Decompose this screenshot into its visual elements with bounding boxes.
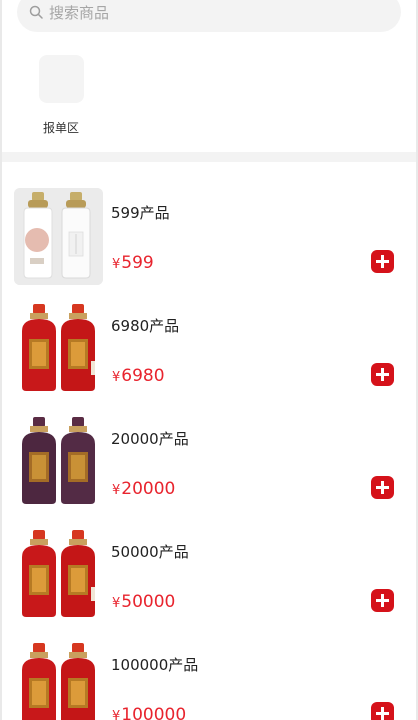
product-name: 20000产品 bbox=[111, 430, 189, 448]
product-card[interactable]: 100000产品 ¥100000 bbox=[0, 614, 418, 720]
product-card[interactable]: 20000产品 ¥20000 bbox=[0, 388, 418, 511]
product-card[interactable]: 599产品 ¥599 bbox=[0, 162, 418, 285]
price-value: 599 bbox=[121, 253, 154, 273]
add-to-cart-button[interactable] bbox=[371, 476, 394, 499]
purple-bottles-icon bbox=[14, 414, 103, 511]
red-bottles-icon bbox=[14, 640, 103, 720]
product-price: ¥6980 bbox=[112, 366, 165, 388]
app-screen: 报单区 599产品 bbox=[0, 0, 418, 720]
search-bar[interactable] bbox=[17, 0, 401, 32]
clear-bottles-icon bbox=[14, 188, 103, 285]
price-value: 50000 bbox=[121, 592, 176, 612]
add-to-cart-button[interactable] bbox=[371, 250, 394, 273]
red-bottles-icon bbox=[14, 527, 103, 624]
search-icon bbox=[29, 5, 43, 19]
product-name: 6980产品 bbox=[111, 317, 180, 335]
search-input[interactable] bbox=[49, 3, 369, 23]
product-price: ¥599 bbox=[112, 253, 154, 275]
product-list: 599产品 ¥599 6980产品 ¥6980 20000产品 ¥20000 5… bbox=[0, 162, 418, 720]
red-bottles-icon bbox=[14, 301, 103, 398]
add-to-cart-button[interactable] bbox=[371, 363, 394, 386]
product-card[interactable]: 50000产品 ¥50000 bbox=[0, 501, 418, 624]
product-image bbox=[14, 527, 103, 624]
currency-symbol: ¥ bbox=[112, 257, 121, 272]
product-name: 599产品 bbox=[111, 204, 170, 222]
product-name: 50000产品 bbox=[111, 543, 189, 561]
currency-symbol: ¥ bbox=[112, 596, 121, 611]
quick-entry-report-area[interactable]: 报单区 bbox=[36, 55, 86, 139]
product-card[interactable]: 6980产品 ¥6980 bbox=[0, 275, 418, 398]
price-value: 20000 bbox=[121, 479, 176, 499]
price-value: 100000 bbox=[121, 705, 187, 720]
blank-tile-icon bbox=[38, 55, 84, 103]
product-name: 100000产品 bbox=[111, 656, 199, 674]
product-price: ¥20000 bbox=[112, 479, 175, 501]
price-value: 6980 bbox=[121, 366, 165, 386]
currency-symbol: ¥ bbox=[112, 370, 121, 385]
quick-entry-label: 报单区 bbox=[42, 121, 79, 135]
product-price: ¥50000 bbox=[112, 592, 175, 614]
product-image bbox=[14, 414, 103, 511]
product-image bbox=[14, 188, 103, 285]
product-image bbox=[14, 301, 103, 398]
currency-symbol: ¥ bbox=[112, 483, 121, 498]
section-divider bbox=[2, 152, 416, 162]
product-image bbox=[14, 640, 103, 720]
add-to-cart-button[interactable] bbox=[371, 589, 394, 612]
add-to-cart-button[interactable] bbox=[371, 702, 394, 720]
product-price: ¥100000 bbox=[112, 705, 186, 720]
currency-symbol: ¥ bbox=[112, 709, 121, 720]
